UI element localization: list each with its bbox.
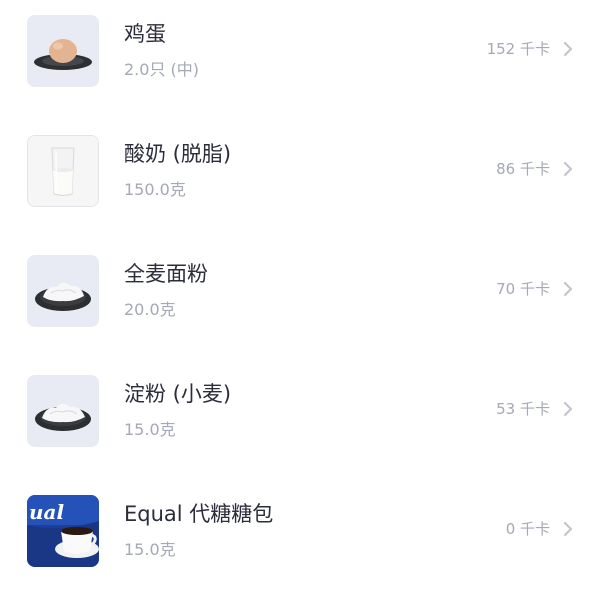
equal-sweetener-thumbnail: ual xyxy=(27,495,99,567)
food-name: 淀粉 (小麦) xyxy=(124,382,232,406)
food-item-yogurt[interactable]: 酸奶 (脱脂) 150.0克 86 千卡 xyxy=(0,120,600,220)
food-calories: 86 千卡 xyxy=(496,160,550,178)
food-name: 全麦面粉 xyxy=(124,262,208,286)
food-amount: 15.0克 xyxy=(124,420,176,439)
food-amount: 150.0克 xyxy=(124,180,186,199)
food-name: Equal 代糖糖包 xyxy=(124,502,274,526)
food-name: 鸡蛋 xyxy=(124,22,166,46)
food-item-whole-wheat-flour[interactable]: 全麦面粉 20.0克 70 千卡 xyxy=(0,240,600,340)
yogurt-thumbnail xyxy=(27,135,99,207)
starch-thumbnail xyxy=(27,375,99,447)
chevron-right-icon xyxy=(561,161,575,177)
food-calories: 152 千卡 xyxy=(486,40,550,58)
food-amount: 15.0克 xyxy=(124,540,176,559)
food-list: 鸡蛋 2.0只 (中) 152 千卡 酸奶 (脱脂) 150.0克 86 千卡 xyxy=(0,0,600,600)
chevron-right-icon xyxy=(561,521,575,537)
food-calories: 53 千卡 xyxy=(496,400,550,418)
chevron-right-icon xyxy=(561,401,575,417)
chevron-right-icon xyxy=(561,41,575,57)
chevron-right-icon xyxy=(561,281,575,297)
food-calories: 70 千卡 xyxy=(496,280,550,298)
food-amount: 2.0只 (中) xyxy=(124,60,200,79)
food-calories: 0 千卡 xyxy=(505,520,550,538)
food-item-wheat-starch[interactable]: 淀粉 (小麦) 15.0克 53 千卡 xyxy=(0,360,600,460)
food-name: 酸奶 (脱脂) xyxy=(124,142,232,166)
food-item-equal-sweetener[interactable]: ual Equal 代糖糖包 15.0克 0 千卡 xyxy=(0,480,600,580)
food-item-egg[interactable]: 鸡蛋 2.0只 (中) 152 千卡 xyxy=(0,0,600,100)
egg-thumbnail xyxy=(27,15,99,87)
flour-thumbnail xyxy=(27,255,99,327)
equal-logo-text: ual xyxy=(29,500,65,524)
food-amount: 20.0克 xyxy=(124,300,176,319)
